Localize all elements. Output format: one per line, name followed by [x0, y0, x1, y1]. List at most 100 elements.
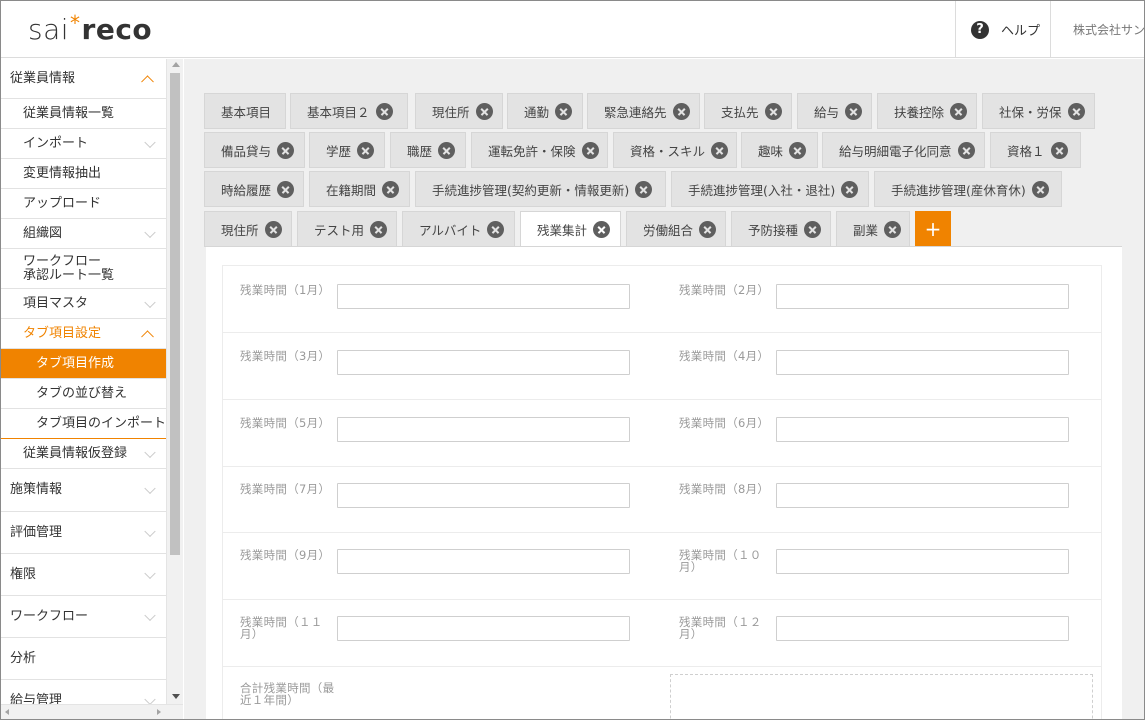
scroll-up-arrow-icon[interactable]: [172, 62, 180, 67]
form-row: 残業時間（5月） 残業時間（6月）: [223, 400, 1101, 467]
sidebar-item-upload[interactable]: アップロード: [1, 189, 166, 219]
close-icon[interactable]: [845, 102, 863, 120]
sidebar-item-org-chart[interactable]: 組織図: [1, 219, 166, 249]
company-name[interactable]: 株式会社サン: [1073, 21, 1144, 38]
tab-payee[interactable]: 支払先: [704, 93, 792, 129]
tab-hobbies[interactable]: 趣味: [741, 132, 818, 168]
sidebar-item-workflow-routes[interactable]: ワークフロー 承認ルート一覧: [1, 249, 166, 289]
overtime-jun-input[interactable]: [776, 417, 1069, 442]
close-icon[interactable]: [487, 220, 505, 238]
tab-tenure[interactable]: 在籍期間: [309, 171, 410, 207]
overtime-nov-input[interactable]: [337, 616, 630, 641]
overtime-mar-input[interactable]: [337, 350, 630, 375]
tab-qualifications-skills[interactable]: 資格・スキル: [613, 132, 737, 168]
sidebar-item-tab-create[interactable]: タブ項目作成: [1, 349, 166, 379]
tab-address-2[interactable]: 現住所: [204, 211, 292, 247]
sidebar-item-tab-import[interactable]: タブ項目のインポート: [1, 409, 166, 439]
sidebar-item-analysis[interactable]: 分析: [1, 638, 166, 680]
close-icon[interactable]: [593, 221, 611, 238]
overtime-oct-input[interactable]: [776, 549, 1069, 574]
overtime-feb-input[interactable]: [776, 284, 1069, 309]
sidebar-item-change-extract[interactable]: 変更情報抽出: [1, 159, 166, 189]
sidebar-vertical-scrollbar[interactable]: [166, 59, 183, 704]
tab-work-history[interactable]: 職歴: [390, 132, 466, 168]
tab-education[interactable]: 学歴: [309, 132, 385, 168]
overtime-dec-input[interactable]: [776, 616, 1069, 641]
close-icon[interactable]: [957, 141, 975, 159]
sidebar-item-tab-settings[interactable]: タブ項目設定: [1, 319, 166, 349]
sidebar-horizontal-scrollbar[interactable]: [1, 704, 183, 719]
tab-salary[interactable]: 給与: [797, 93, 872, 129]
sidebar-item-import[interactable]: インポート: [1, 129, 166, 159]
tab-test[interactable]: テスト用: [297, 211, 397, 247]
overtime-jul-input[interactable]: [337, 483, 630, 508]
close-icon[interactable]: [357, 141, 375, 159]
close-icon[interactable]: [581, 141, 599, 159]
tab-equipment[interactable]: 備品貸与: [204, 132, 305, 168]
tab-labor-union[interactable]: 労働組合: [626, 211, 726, 247]
close-icon[interactable]: [438, 141, 456, 159]
tab-epayslip-consent[interactable]: 給与明細電子化同意: [822, 132, 985, 168]
close-icon[interactable]: [277, 180, 295, 198]
tab-procedure-contract-renewal[interactable]: 手続進捗管理(契約更新・情報更新): [415, 171, 666, 207]
close-icon[interactable]: [1067, 102, 1085, 120]
sidebar-item-workflow[interactable]: ワークフロー: [1, 596, 166, 638]
tab-social-insurance[interactable]: 社保・労保: [982, 93, 1095, 129]
overtime-sep-input[interactable]: [337, 549, 630, 574]
sidebar-item-temp-registration[interactable]: 従業員情報仮登録: [1, 439, 166, 469]
sidebar-item-evaluation[interactable]: 評価管理: [1, 512, 166, 554]
close-icon[interactable]: [555, 102, 573, 120]
tab-basic-2[interactable]: 基本項目２: [290, 93, 408, 129]
overtime-jan-input[interactable]: [337, 284, 630, 309]
close-icon[interactable]: [884, 220, 902, 238]
tab-commute[interactable]: 通勤: [507, 93, 583, 129]
tab-procedure-join-leave[interactable]: 手続進捗管理(入社・退社): [671, 171, 869, 207]
sidebar-item-employee-list[interactable]: 従業員情報一覧: [1, 99, 166, 129]
close-icon[interactable]: [699, 220, 717, 238]
app-logo[interactable]: sai*reco: [28, 11, 152, 46]
tab-emergency-contact[interactable]: 緊急連絡先: [587, 93, 700, 129]
close-icon[interactable]: [1031, 180, 1049, 198]
scrollbar-thumb[interactable]: [170, 73, 180, 555]
sidebar-item-measures[interactable]: 施策情報: [1, 469, 166, 512]
tab-vaccination[interactable]: 予防接種: [731, 211, 831, 247]
tab-overtime-summary[interactable]: 残業集計: [520, 211, 621, 248]
tab-basic[interactable]: 基本項目: [204, 93, 286, 129]
form-row: 残業時間（7月） 残業時間（8月）: [223, 467, 1101, 533]
sidebar-item-employee-info[interactable]: 従業員情報: [1, 59, 166, 99]
close-icon[interactable]: [950, 102, 968, 120]
close-icon[interactable]: [382, 180, 400, 198]
sidebar-item-permissions[interactable]: 権限: [1, 554, 166, 596]
close-icon[interactable]: [264, 220, 282, 238]
close-icon[interactable]: [370, 220, 388, 238]
close-icon[interactable]: [1050, 141, 1068, 159]
sidebar-item-tab-reorder[interactable]: タブの並び替え: [1, 379, 166, 409]
close-icon[interactable]: [711, 141, 729, 159]
sidebar-item-item-master[interactable]: 項目マスタ: [1, 289, 166, 319]
close-icon[interactable]: [672, 102, 690, 120]
close-icon[interactable]: [789, 141, 807, 159]
close-icon[interactable]: [635, 180, 653, 198]
tab-part-time[interactable]: アルバイト: [402, 211, 515, 247]
tab-license-insurance[interactable]: 運転免許・保険: [471, 132, 608, 168]
tab-address[interactable]: 現住所: [415, 93, 503, 129]
tab-side-job[interactable]: 副業: [836, 211, 910, 247]
overtime-may-input[interactable]: [337, 417, 630, 442]
close-icon[interactable]: [841, 180, 859, 198]
close-icon[interactable]: [375, 102, 393, 120]
close-icon[interactable]: [475, 102, 493, 120]
tab-qualification-1[interactable]: 資格１: [990, 132, 1081, 168]
help-button[interactable]: ? ヘルプ: [955, 1, 1051, 58]
overtime-apr-input[interactable]: [776, 350, 1069, 375]
scroll-right-arrow-icon[interactable]: [157, 709, 161, 715]
close-icon[interactable]: [764, 102, 782, 120]
add-tab-button[interactable]: +: [915, 211, 951, 247]
tab-dependents[interactable]: 扶養控除: [877, 93, 977, 129]
overtime-aug-input[interactable]: [776, 483, 1069, 508]
close-icon[interactable]: [277, 141, 295, 159]
tab-procedure-maternity[interactable]: 手続進捗管理(産休育休): [874, 171, 1062, 207]
scroll-left-arrow-icon[interactable]: [5, 709, 9, 715]
tab-hourly-wage-history[interactable]: 時給履歴: [204, 171, 304, 207]
close-icon[interactable]: [804, 220, 822, 238]
scroll-down-arrow-icon[interactable]: [172, 694, 180, 699]
